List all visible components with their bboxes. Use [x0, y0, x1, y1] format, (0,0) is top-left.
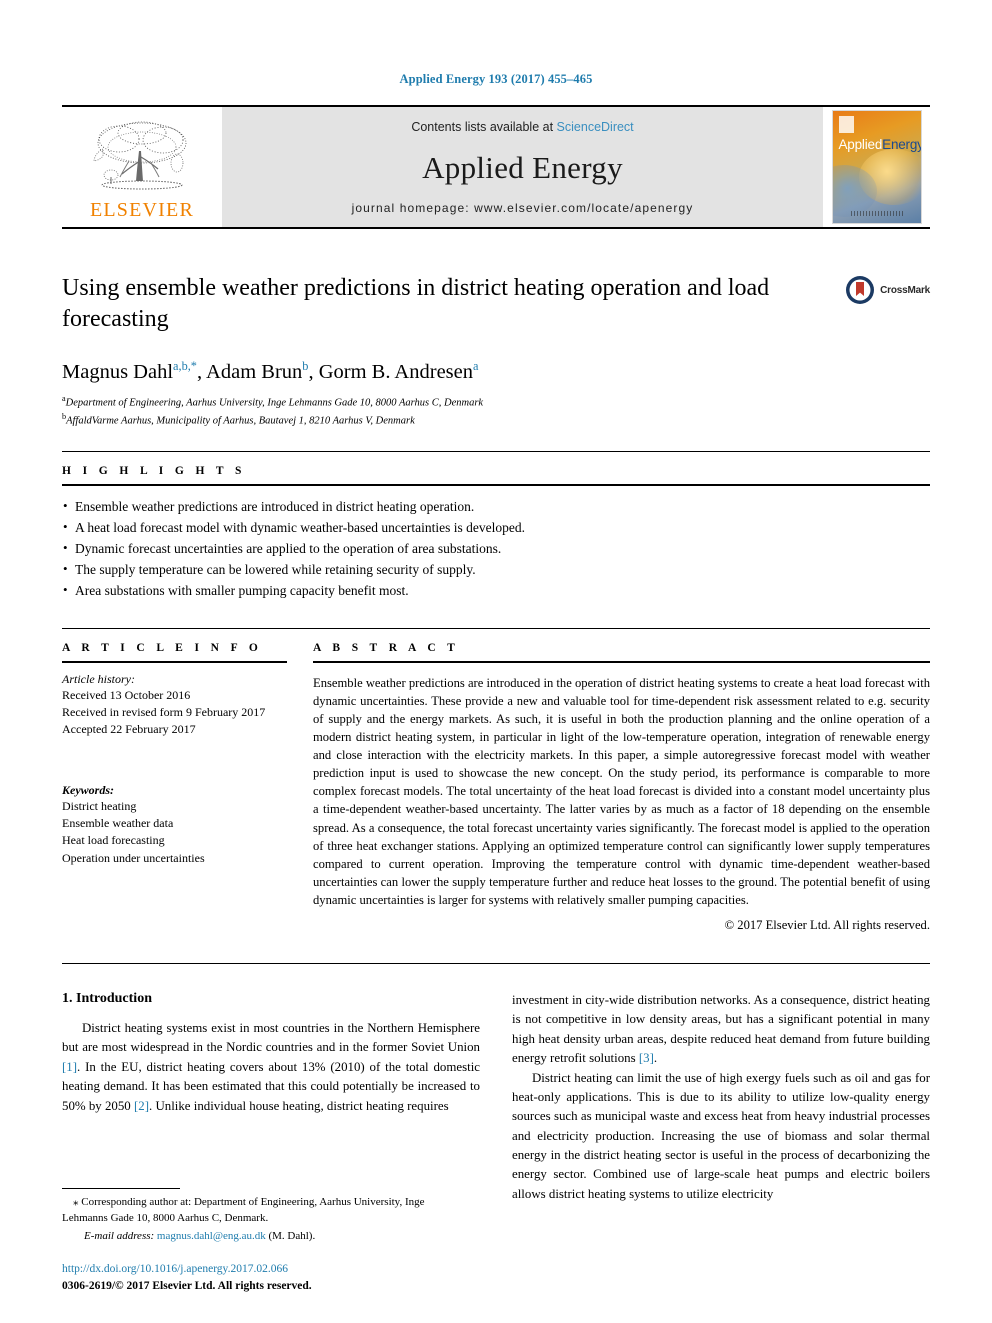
corresponding-author-text: Corresponding author at: Department of E… — [62, 1195, 425, 1224]
highlights-top-rule — [62, 450, 930, 452]
abstract-rule — [313, 660, 930, 663]
list-item: Dynamic forecast uncertainties are appli… — [62, 538, 930, 560]
affiliation-list: aDepartment of Engineering, Aarhus Unive… — [62, 393, 930, 428]
abstract-column: A B S T R A C T Ensemble weather predict… — [313, 629, 930, 934]
body-column-left: 1. Introduction District heating systems… — [62, 991, 480, 1204]
journal-homepage-line[interactable]: journal homepage: www.elsevier.com/locat… — [352, 201, 694, 215]
cover-elsevier-mark-icon — [838, 116, 854, 133]
body-paragraph: investment in city-wide distribution net… — [512, 991, 930, 1068]
list-item: Ensemble weather predictions are introdu… — [62, 496, 930, 518]
abstract-heading: A B S T R A C T — [313, 641, 460, 654]
cover-footer-text-lines — [850, 211, 903, 216]
list-item: The supply temperature can be lowered wh… — [62, 559, 930, 581]
article-info-rule — [62, 660, 287, 663]
title-block: Using ensemble weather predictions in di… — [62, 273, 930, 337]
article-history-label: Article history: — [62, 671, 135, 686]
journal-article-page: Applied Energy 193 (2017) 455–465 ELSEVI… — [0, 0, 992, 1323]
doi-link[interactable]: http://dx.doi.org/10.1016/j.apenergy.201… — [62, 1262, 462, 1277]
affiliation-a-text: Department of Engineering, Aarhus Univer… — [65, 397, 484, 409]
affiliation-b: bAffaldVarme Aarhus, Municipality of Aar… — [62, 412, 415, 427]
keyword: Operation under uncertainties — [62, 850, 205, 865]
crossmark-badge[interactable]: CrossMark — [845, 275, 930, 305]
body-top-rule — [62, 963, 930, 965]
page-title: Using ensemble weather predictions in di… — [62, 275, 770, 333]
crossmark-icon — [846, 276, 875, 304]
journal-title: Applied Energy — [422, 149, 623, 185]
history-received: Received 13 October 2016 — [62, 687, 191, 702]
highlights-list: Ensemble weather predictions are introdu… — [62, 496, 930, 602]
contents-available-line: Contents lists available at ScienceDirec… — [411, 120, 633, 134]
author-list: Magnus Dahla,b,*, Adam Brunb, Gorm B. An… — [62, 359, 479, 383]
cover-image: AppliedEnergy — [831, 110, 922, 224]
doi-block: http://dx.doi.org/10.1016/j.apenergy.201… — [62, 1262, 462, 1295]
article-history-list: Received 13 October 2016 Received in rev… — [62, 687, 287, 739]
abstract-copyright: © 2017 Elsevier Ltd. All rights reserved… — [724, 918, 930, 933]
section-heading-introduction: 1. Introduction — [62, 991, 152, 1007]
list-item: A heat load forecast model with dynamic … — [62, 517, 930, 539]
right-text-2: . — [653, 1051, 658, 1066]
keyword: District heating — [62, 798, 137, 813]
running-head: Applied Energy 193 (2017) 455–465 — [399, 72, 593, 86]
abstract-text: Ensemble weather predictions are introdu… — [313, 675, 930, 908]
contents-prefix: Contents lists available at — [411, 120, 554, 134]
cover-title: AppliedEnergy — [838, 137, 922, 152]
highlights-rule — [62, 483, 930, 486]
body-columns: 1. Introduction District heating systems… — [62, 991, 930, 1204]
email-link[interactable]: magnus.dahl@eng.au.dk — [157, 1230, 266, 1242]
crossmark-label: CrossMark — [880, 284, 930, 296]
article-info-heading: A R T I C L E I N F O — [62, 641, 263, 654]
citation-ref-1[interactable]: [1] — [62, 1060, 77, 1074]
sciencedirect-link[interactable]: ScienceDirect — [557, 120, 634, 134]
corresponding-author-note: ⁎ Corresponding author at: Department of… — [62, 1195, 462, 1227]
intro-text-1: District heating systems exist in most c… — [62, 1021, 480, 1055]
body-column-right: investment in city-wide distribution net… — [512, 991, 930, 1204]
cover-title-energy: Energy — [882, 137, 922, 152]
affiliation-b-text: AffaldVarme Aarhus, Municipality of Aarh… — [66, 415, 415, 427]
elsevier-tree-icon — [93, 121, 187, 189]
affiliation-a: aDepartment of Engineering, Aarhus Unive… — [62, 394, 484, 409]
citation-ref-3[interactable]: [3] — [639, 1051, 654, 1065]
footnote-zone: ⁎ Corresponding author at: Department of… — [62, 1187, 462, 1295]
history-accepted: Accepted 22 February 2017 — [62, 722, 196, 737]
right-text-1: investment in city-wide distribution net… — [512, 993, 930, 1066]
masthead-center: Contents lists available at ScienceDirec… — [222, 107, 823, 227]
info-abstract-columns: A R T I C L E I N F O Article history: R… — [62, 629, 930, 934]
elsevier-wordmark: ELSEVIER — [89, 198, 195, 221]
journal-masthead: ELSEVIER Contents lists available at Sci… — [62, 105, 930, 229]
email-label: E-mail address: — [84, 1229, 155, 1242]
history-revised: Received in revised form 9 February 2017 — [62, 704, 266, 719]
citation-ref-2[interactable]: [2] — [134, 1099, 149, 1113]
email-suffix: (M. Dahl). — [268, 1229, 316, 1242]
cover-title-applied: Applied — [838, 137, 883, 152]
keywords-label: Keywords: — [62, 782, 114, 797]
issn-copyright-line: 0306-2619/© 2017 Elsevier Ltd. All right… — [62, 1280, 312, 1293]
list-item: Area substations with smaller pumping ca… — [62, 580, 930, 602]
journal-cover-thumbnail[interactable]: AppliedEnergy — [823, 107, 930, 227]
highlights-heading: H I G H L I G H T S — [62, 464, 246, 477]
keyword: Ensemble weather data — [62, 816, 174, 831]
body-paragraph: District heating systems exist in most c… — [62, 1019, 480, 1116]
email-note: E-mail address: magnus.dahl@eng.au.dk (M… — [62, 1229, 462, 1245]
article-info-column: A R T I C L E I N F O Article history: R… — [62, 629, 287, 934]
footnote-rule — [62, 1187, 180, 1189]
keyword: Heat load forecasting — [62, 833, 165, 848]
body-paragraph: District heating can limit the use of hi… — [512, 1070, 930, 1201]
intro-text-3: . Unlike individual house heating, distr… — [149, 1098, 449, 1113]
keywords-block: Keywords: District heating Ensemble weat… — [62, 783, 287, 868]
corresponding-marker: ⁎ — [73, 1195, 79, 1208]
elsevier-logo: ELSEVIER — [62, 107, 222, 227]
keywords-list: District heating Ensemble weather data H… — [62, 798, 287, 868]
